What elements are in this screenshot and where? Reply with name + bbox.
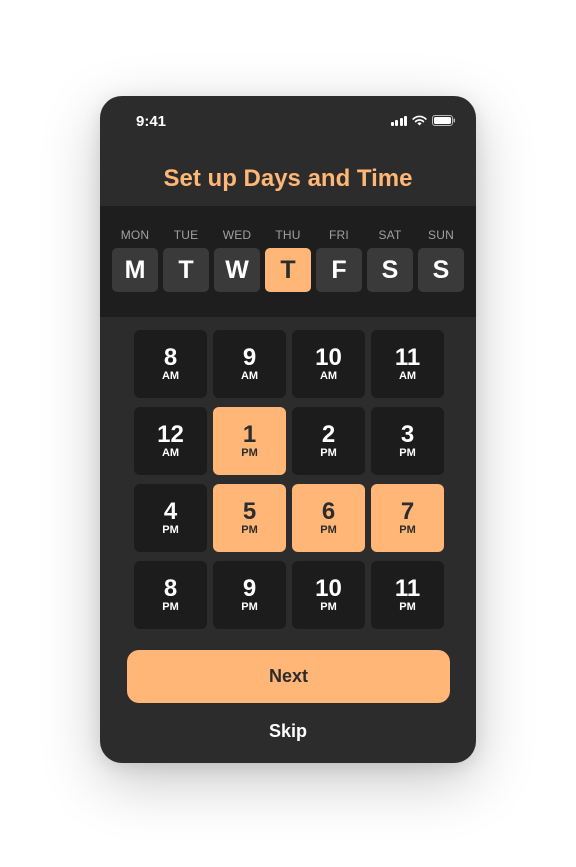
day-column-mon: MON M — [112, 206, 158, 292]
day-name-label: MON — [120, 228, 150, 242]
day-button-sat[interactable]: S — [367, 248, 413, 292]
time-hour: 4 — [163, 497, 178, 525]
time-hour: 10 — [315, 574, 342, 602]
day-column-thu: THU T — [265, 206, 311, 292]
time-slot-9pm[interactable]: 9 PM — [213, 561, 286, 629]
time-slot-9am[interactable]: 9 AM — [213, 330, 286, 398]
day-button-sun[interactable]: S — [418, 248, 464, 292]
status-icons — [390, 115, 457, 126]
time-hour: 1 — [242, 420, 257, 448]
day-name-label: TUE — [173, 228, 199, 242]
day-column-fri: FRI F — [316, 206, 362, 292]
battery-icon — [432, 115, 456, 126]
day-button-wed[interactable]: W — [214, 248, 260, 292]
time-slot-10pm[interactable]: 10 PM — [292, 561, 365, 629]
day-name-label: THU — [275, 228, 301, 242]
time-period: PM — [241, 523, 258, 536]
time-period: PM — [162, 523, 179, 536]
time-slot-11pm[interactable]: 11 PM — [371, 561, 444, 629]
status-bar: 9:41 — [100, 96, 476, 146]
day-button-fri[interactable]: F — [316, 248, 362, 292]
time-period: PM — [320, 600, 337, 613]
time-period: AM — [161, 446, 180, 459]
phone-screen: 9:41 Set up Days and Time MON M TUE T WE… — [100, 96, 476, 763]
time-period: PM — [399, 523, 416, 536]
time-period: PM — [399, 600, 416, 613]
day-column-wed: WED W — [214, 206, 260, 292]
time-period: AM — [319, 369, 338, 382]
day-name-label: FRI — [329, 228, 349, 242]
time-period: PM — [399, 446, 416, 459]
day-selector: MON M TUE T WED W THU T FRI F SAT S SUN S — [112, 206, 464, 292]
day-button-tue[interactable]: T — [163, 248, 209, 292]
days-panel: MON M TUE T WED W THU T FRI F SAT S SUN S — [100, 206, 476, 317]
time-period: PM — [241, 600, 258, 613]
day-name-label: SAT — [378, 228, 402, 242]
next-button[interactable]: Next — [127, 650, 450, 703]
day-column-sun: SUN S — [418, 206, 464, 292]
time-slot-3pm[interactable]: 3 PM — [371, 407, 444, 475]
time-slot-6pm[interactable]: 6 PM — [292, 484, 365, 552]
time-hour: 2 — [321, 420, 336, 448]
time-hour: 6 — [321, 497, 336, 525]
time-hour: 7 — [400, 497, 415, 525]
signal-icon — [390, 115, 407, 126]
time-hour: 12 — [157, 420, 184, 448]
time-hour: 8 — [163, 574, 178, 602]
time-period: AM — [240, 369, 259, 382]
time-slot-11am[interactable]: 11 AM — [371, 330, 444, 398]
time-hour: 11 — [394, 574, 421, 602]
time-slot-8am[interactable]: 8 AM — [134, 330, 207, 398]
time-period: PM — [241, 446, 258, 459]
time-period: AM — [398, 369, 417, 382]
wifi-icon — [412, 115, 427, 126]
time-hour: 3 — [400, 420, 415, 448]
day-column-tue: TUE T — [163, 206, 209, 292]
time-grid: 8 AM 9 AM 10 AM 11 AM 12 AM 1 PM 2 PM 3 PM 4 PM 5 PM 6 PM 7 PM 8… — [134, 330, 444, 629]
time-period: AM — [161, 369, 180, 382]
status-time: 9:41 — [136, 113, 167, 130]
time-slot-8pm[interactable]: 8 PM — [134, 561, 207, 629]
day-column-sat: SAT S — [367, 206, 413, 292]
time-slot-12am[interactable]: 12 AM — [134, 407, 207, 475]
time-slot-1pm[interactable]: 1 PM — [213, 407, 286, 475]
time-slot-5pm[interactable]: 5 PM — [213, 484, 286, 552]
time-hour: 9 — [242, 343, 257, 371]
time-period: PM — [320, 523, 337, 536]
time-slot-2pm[interactable]: 2 PM — [292, 407, 365, 475]
skip-button[interactable]: Skip — [100, 721, 476, 742]
day-name-label: WED — [222, 228, 252, 242]
time-slot-10am[interactable]: 10 AM — [292, 330, 365, 398]
day-name-label: SUN — [428, 228, 454, 242]
day-button-mon[interactable]: M — [112, 248, 158, 292]
time-hour: 9 — [242, 574, 257, 602]
time-hour: 11 — [394, 343, 421, 371]
time-period: PM — [162, 600, 179, 613]
time-hour: 10 — [315, 343, 342, 371]
page-title: Set up Days and Time — [163, 165, 413, 192]
time-hour: 8 — [163, 343, 178, 371]
time-period: PM — [320, 446, 337, 459]
day-button-thu[interactable]: T — [265, 248, 311, 292]
time-slot-7pm[interactable]: 7 PM — [371, 484, 444, 552]
time-hour: 5 — [242, 497, 257, 525]
time-slot-4pm[interactable]: 4 PM — [134, 484, 207, 552]
